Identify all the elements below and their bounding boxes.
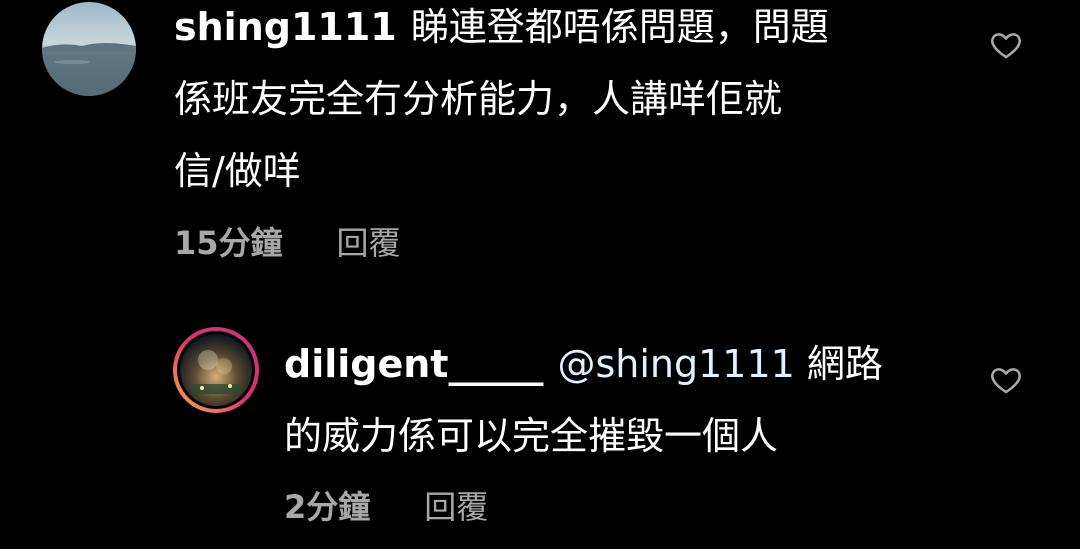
comment-body: diligent_____ @shing1111 網路 的威力係可以完全摧毀一個人 (284, 328, 964, 472)
mention-link[interactable]: @shing1111 (557, 342, 794, 386)
avatar-lake-image (42, 2, 136, 96)
comment-username[interactable]: shing1111 (174, 5, 397, 49)
comment-text-line: 網路 (806, 342, 883, 386)
comment-text-line: 的威力係可以完全摧毀一個人 (284, 414, 779, 458)
avatar[interactable] (42, 2, 136, 96)
reply-button[interactable]: 回覆 (337, 218, 401, 264)
avatar-story-ring[interactable] (172, 326, 260, 414)
comment-username[interactable]: diligent_____ (284, 342, 543, 386)
comment-text-line: 睇連登都唔係問題，問題 (410, 5, 829, 49)
reply-button[interactable]: 回覆 (424, 482, 488, 528)
comment-timestamp: 2分鐘 (284, 488, 371, 526)
comment-text-line: 係班友完全冇分析能力，人講咩佢就 (174, 77, 783, 121)
heart-outline-icon[interactable] (988, 363, 1024, 397)
comment-text-line: 信/做咩 (174, 149, 301, 193)
avatar-night-garden-image (173, 327, 259, 413)
comment-meta: 2分鐘 回覆 (284, 482, 488, 528)
heart-outline-icon[interactable] (988, 28, 1024, 62)
comment-timestamp: 15分鐘 (174, 224, 283, 262)
comment-body: shing1111 睇連登都唔係問題，問題 係班友完全冇分析能力，人講咩佢就 信/… (174, 0, 954, 207)
reply-comment-item: diligent_____ @shing1111 網路 的威力係可以完全摧毀一個人 … (0, 290, 1080, 549)
comment-meta: 15分鐘 回覆 (174, 218, 401, 264)
comment-item: shing1111 睇連登都唔係問題，問題 係班友完全冇分析能力，人講咩佢就 信/… (0, 0, 1080, 280)
